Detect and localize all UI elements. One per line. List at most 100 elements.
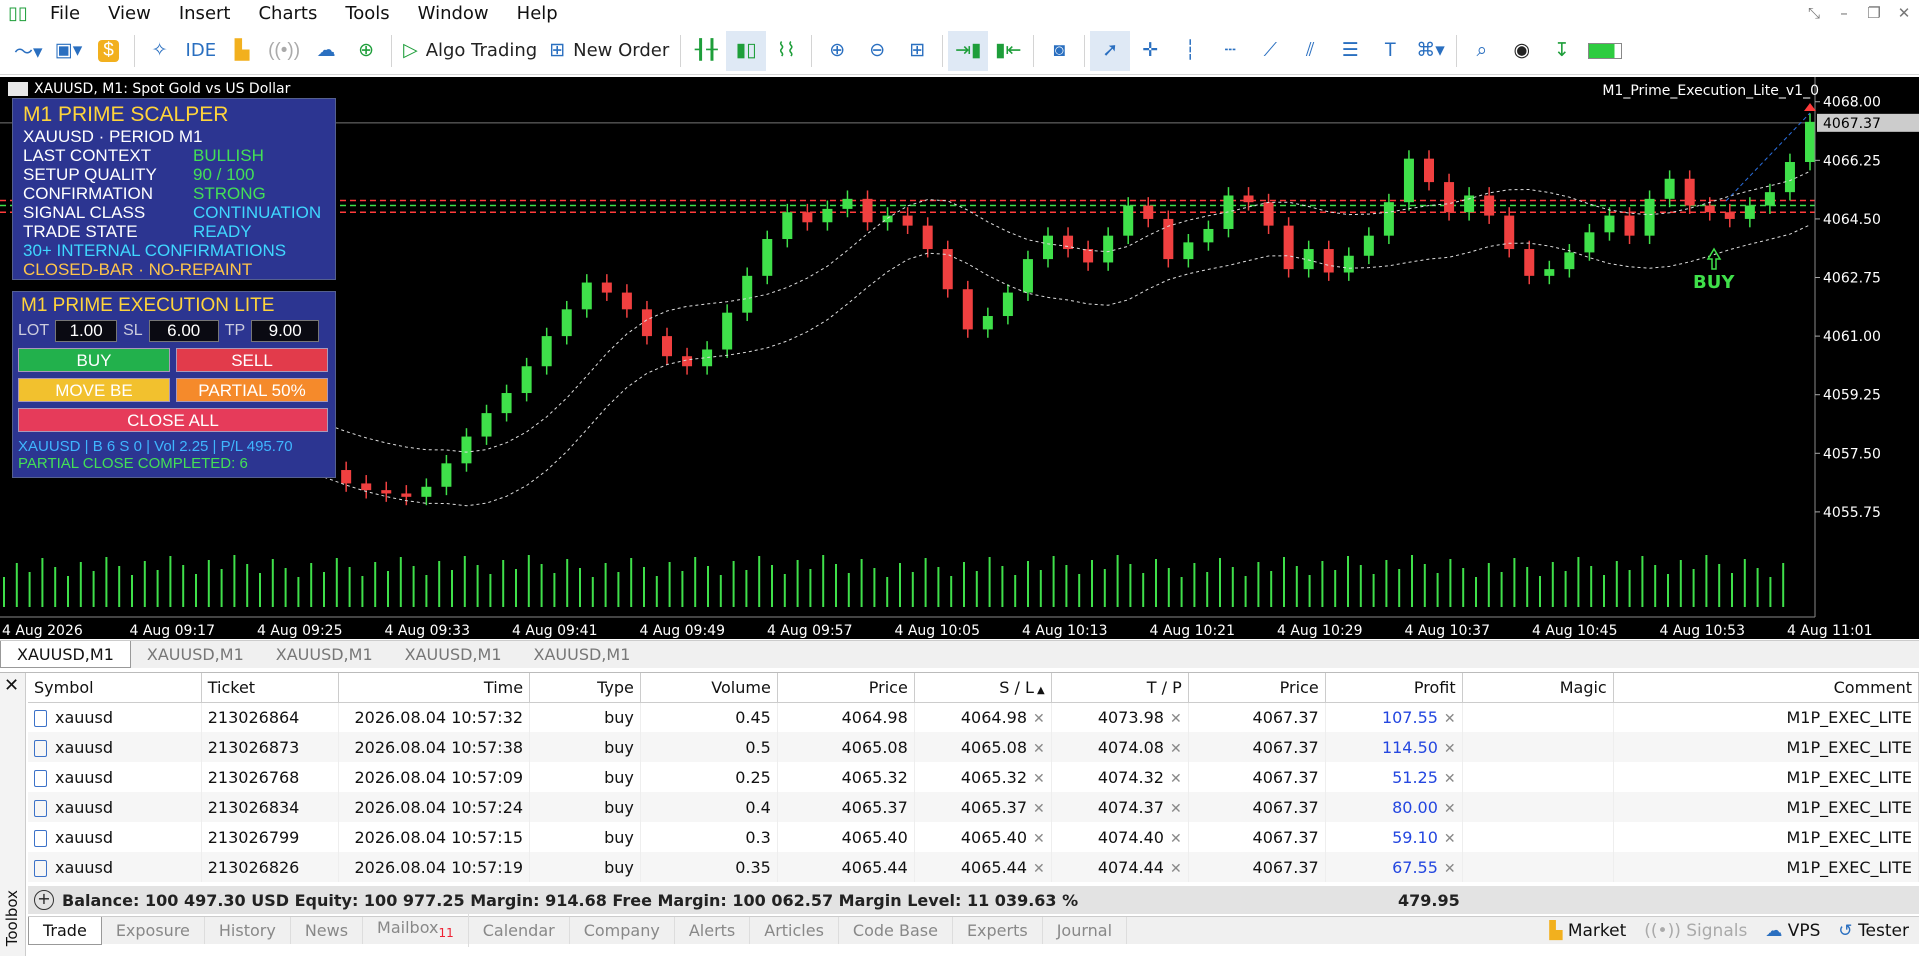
- clear-value-icon[interactable]: ✕: [1033, 861, 1045, 877]
- clear-value-icon[interactable]: ✕: [1033, 771, 1045, 787]
- zoom-out-icon[interactable]: ⊖: [857, 31, 897, 71]
- restore-icon[interactable]: ❐: [1859, 0, 1889, 27]
- move-be-button[interactable]: MOVE BE: [18, 378, 170, 402]
- menu-file[interactable]: File: [36, 0, 94, 27]
- column-header[interactable]: Type: [529, 673, 641, 703]
- tab-calendar[interactable]: Calendar: [469, 917, 570, 944]
- lot-input[interactable]: 1.00: [55, 320, 118, 342]
- clear-value-icon[interactable]: ✕: [1444, 801, 1456, 817]
- clear-value-icon[interactable]: ✕: [1170, 711, 1182, 727]
- expand-icon[interactable]: +: [34, 890, 54, 910]
- tab-trade[interactable]: Trade: [28, 916, 102, 945]
- tab-history[interactable]: History: [205, 917, 291, 944]
- clear-value-icon[interactable]: ✕: [1170, 861, 1182, 877]
- tab-articles[interactable]: Articles: [750, 917, 839, 944]
- zoom-in-icon[interactable]: ⊕: [817, 31, 857, 71]
- column-header[interactable]: Price: [777, 673, 915, 703]
- clear-value-icon[interactable]: ✕: [1170, 801, 1182, 817]
- pin-icon[interactable]: ⤡: [1799, 0, 1829, 27]
- candlestick-icon[interactable]: ▮▯: [726, 30, 767, 71]
- text-icon[interactable]: T: [1370, 31, 1410, 71]
- autoscroll-icon[interactable]: ⇥▮: [948, 30, 989, 71]
- column-header[interactable]: Comment: [1613, 673, 1919, 703]
- crosshair-icon[interactable]: ✛: [1130, 31, 1170, 71]
- signals-icon[interactable]: ((•)): [262, 31, 306, 71]
- chart-shift-icon[interactable]: ▮⇤: [988, 31, 1028, 71]
- new-order-button[interactable]: ⊞ New Order: [543, 31, 675, 71]
- vertical-line-icon[interactable]: ┆: [1170, 31, 1210, 71]
- channel-icon[interactable]: ⫽: [1290, 31, 1330, 71]
- column-header[interactable]: T / P: [1051, 673, 1189, 703]
- market-bag-icon[interactable]: ▙: [222, 31, 262, 71]
- signals-link[interactable]: ((•)) Signals: [1644, 921, 1747, 941]
- clear-value-icon[interactable]: ✕: [1444, 831, 1456, 847]
- clear-value-icon[interactable]: ✕: [1170, 741, 1182, 757]
- shapes-icon[interactable]: ⌘▾: [1410, 31, 1451, 71]
- table-row[interactable]: xauusd 213026873 2026.08.04 10:57:38 buy 0.5…: [28, 732, 1919, 762]
- menu-insert[interactable]: Insert: [165, 0, 245, 27]
- cursor-icon[interactable]: ➚: [1090, 30, 1131, 71]
- account-icon[interactable]: ◉: [1502, 31, 1542, 71]
- table-row[interactable]: xauusd 213026799 2026.08.04 10:57:15 buy 0.3…: [28, 822, 1919, 852]
- strategy-icon[interactable]: ✧: [140, 31, 180, 71]
- column-header[interactable]: Price: [1188, 673, 1326, 703]
- chart-tab[interactable]: XAUUSD,M1: [389, 641, 518, 668]
- chart-tab[interactable]: XAUUSD,M1: [260, 641, 389, 668]
- column-header[interactable]: S / L ▲: [914, 673, 1052, 703]
- price-chart[interactable]: 4068.00 4066.25 4064.50 4062.75 4061.00 4059.…: [0, 77, 1919, 639]
- menu-charts[interactable]: Charts: [244, 0, 331, 27]
- column-header[interactable]: Magic: [1462, 673, 1614, 703]
- chart-menu-icon[interactable]: [8, 82, 28, 96]
- column-header[interactable]: Profit: [1325, 673, 1463, 703]
- search-icon[interactable]: ⌕: [1462, 31, 1502, 71]
- line-chart-icon[interactable]: ⌇⌇: [766, 31, 806, 71]
- screenshot-icon[interactable]: ◙: [1039, 31, 1079, 71]
- chart-tab[interactable]: XAUUSD,M1: [0, 641, 131, 668]
- tab-journal[interactable]: Journal: [1043, 917, 1128, 944]
- minimize-icon[interactable]: –: [1829, 0, 1859, 27]
- vps-cloud-icon[interactable]: ☁: [306, 31, 346, 71]
- bar-chart-icon[interactable]: ┨╂: [686, 31, 726, 71]
- market-link[interactable]: ▙ Market: [1549, 921, 1626, 941]
- clear-value-icon[interactable]: ✕: [1033, 741, 1045, 757]
- close-all-button[interactable]: CLOSE ALL: [18, 408, 328, 432]
- tp-input[interactable]: 9.00: [251, 320, 320, 342]
- level-icon[interactable]: ↧: [1542, 31, 1582, 71]
- fibonacci-icon[interactable]: ☰: [1330, 31, 1370, 71]
- horizontal-line-icon[interactable]: ┄: [1210, 31, 1250, 71]
- algo-trading-button[interactable]: ▷ Algo Trading: [397, 31, 543, 71]
- clear-value-icon[interactable]: ✕: [1170, 831, 1182, 847]
- tab-mailbox[interactable]: Mailbox11: [363, 913, 469, 948]
- menu-view[interactable]: View: [94, 0, 165, 27]
- close-toolbox-icon[interactable]: ✕: [4, 675, 19, 696]
- column-header[interactable]: Volume: [640, 673, 778, 703]
- clear-value-icon[interactable]: ✕: [1444, 711, 1456, 727]
- chart-type-icon[interactable]: 〜▾: [8, 31, 49, 71]
- clear-value-icon[interactable]: ✕: [1033, 831, 1045, 847]
- sell-button[interactable]: SELL: [176, 348, 328, 372]
- vps-link[interactable]: ☁ VPS: [1765, 921, 1820, 941]
- column-header[interactable]: Ticket: [201, 673, 339, 703]
- tab-news[interactable]: News: [291, 917, 364, 944]
- chart-tab[interactable]: XAUUSD,M1: [518, 641, 647, 668]
- tab-alerts[interactable]: Alerts: [675, 917, 751, 944]
- menu-tools[interactable]: Tools: [331, 0, 403, 27]
- indicators-icon[interactable]: ▣▾: [49, 31, 89, 71]
- close-icon[interactable]: ✕: [1889, 0, 1919, 27]
- ide-button[interactable]: IDE: [180, 31, 223, 71]
- table-row[interactable]: xauusd 213026768 2026.08.04 10:57:09 buy 0.2…: [28, 762, 1919, 792]
- grid-icon[interactable]: ⊞: [897, 31, 937, 71]
- column-header[interactable]: Symbol: [28, 673, 202, 703]
- clear-value-icon[interactable]: ✕: [1444, 861, 1456, 877]
- chart-tab[interactable]: XAUUSD,M1: [131, 641, 260, 668]
- clear-value-icon[interactable]: ✕: [1170, 771, 1182, 787]
- tab-experts[interactable]: Experts: [953, 917, 1043, 944]
- clear-value-icon[interactable]: ✕: [1033, 711, 1045, 727]
- tab-code-base[interactable]: Code Base: [839, 917, 953, 944]
- table-row[interactable]: xauusd 213026826 2026.08.04 10:57:19 buy 0.3…: [28, 852, 1919, 882]
- table-row[interactable]: xauusd 213026834 2026.08.04 10:57:24 buy 0.4…: [28, 792, 1919, 822]
- tab-exposure[interactable]: Exposure: [102, 917, 205, 944]
- clear-value-icon[interactable]: ✕: [1033, 801, 1045, 817]
- column-header[interactable]: Time: [338, 673, 531, 703]
- table-row[interactable]: xauusd 213026864 2026.08.04 10:57:32 buy 0.4…: [28, 702, 1919, 732]
